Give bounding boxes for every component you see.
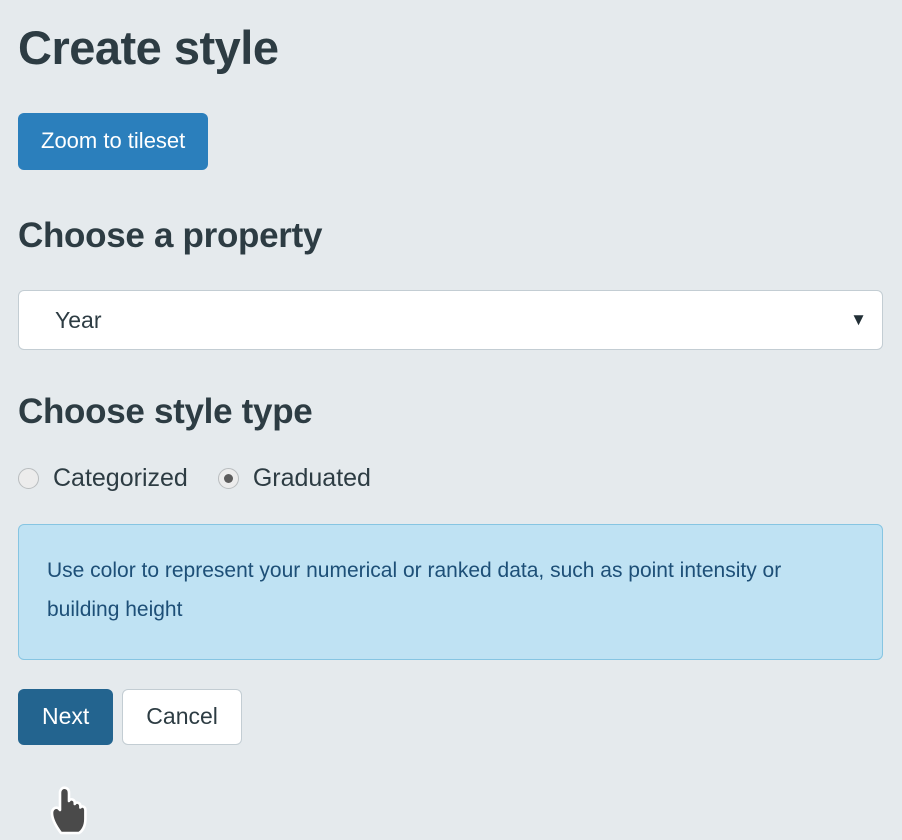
property-select[interactable]: Year ▼ [18, 290, 883, 350]
choose-property-heading: Choose a property [18, 170, 884, 256]
next-button[interactable]: Next [18, 689, 113, 745]
radio-label-graduated: Graduated [253, 464, 371, 493]
radio-icon-graduated[interactable] [218, 468, 239, 489]
mouse-cursor-pointing-hand [48, 781, 88, 837]
style-type-info-text: Use color to represent your numerical or… [47, 551, 854, 629]
radio-option-categorized[interactable]: Categorized [18, 464, 188, 493]
footer-actions: Next Cancel [18, 689, 884, 745]
radio-label-categorized: Categorized [53, 464, 188, 493]
cancel-button[interactable]: Cancel [122, 689, 242, 745]
radio-option-graduated[interactable]: Graduated [218, 464, 371, 493]
choose-style-type-heading: Choose style type [18, 350, 884, 432]
page-title: Create style [18, 0, 884, 71]
zoom-button-container: Zoom to tileset [18, 113, 884, 170]
radio-icon-categorized[interactable] [18, 468, 39, 489]
style-type-radio-group: Categorized Graduated [18, 464, 884, 493]
property-select-value: Year [55, 291, 101, 349]
create-style-page: Create style Zoom to tileset Choose a pr… [0, 0, 902, 840]
chevron-down-icon: ▼ [850, 291, 867, 349]
style-type-info-box: Use color to represent your numerical or… [18, 524, 883, 660]
zoom-to-tileset-button[interactable]: Zoom to tileset [18, 113, 208, 170]
